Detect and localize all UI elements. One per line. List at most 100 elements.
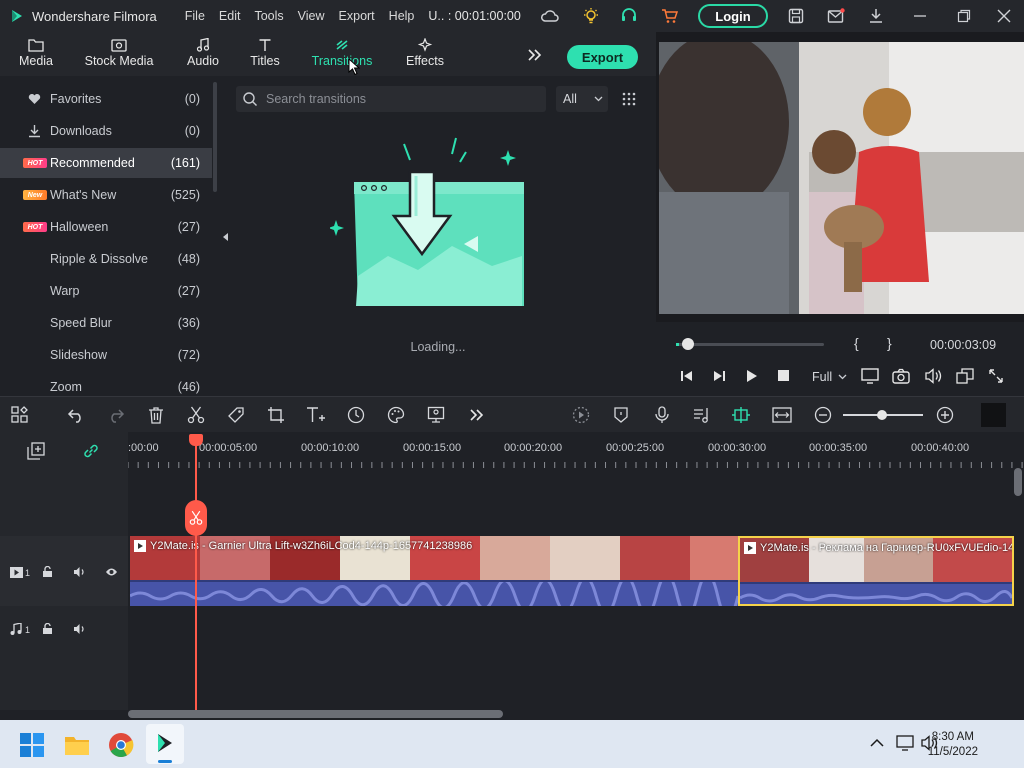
- tab-titles[interactable]: Titles: [248, 36, 282, 68]
- taskbar-filmora-active[interactable]: [146, 724, 184, 764]
- category-zoom[interactable]: Zoom (46): [0, 372, 212, 394]
- cart-icon[interactable]: [660, 6, 680, 26]
- undo-icon[interactable]: [66, 405, 86, 425]
- login-button[interactable]: Login: [698, 4, 768, 28]
- grid-view-icon[interactable]: [622, 92, 636, 106]
- category-label: Zoom: [50, 380, 82, 394]
- menu-tools[interactable]: Tools: [254, 9, 283, 23]
- panel-toggle[interactable]: [978, 403, 1006, 427]
- menu-help[interactable]: Help: [389, 9, 415, 23]
- minimize-icon[interactable]: [910, 6, 930, 26]
- play-icon[interactable]: [746, 370, 758, 382]
- color-palette-icon[interactable]: [386, 405, 406, 425]
- save-icon[interactable]: [786, 6, 806, 26]
- chrome-icon[interactable]: [108, 732, 134, 758]
- sidebar-scrollbar[interactable]: [213, 82, 217, 192]
- chevron-down-icon[interactable]: [838, 374, 847, 380]
- category-downloads[interactable]: Downloads (0): [0, 116, 212, 146]
- export-button[interactable]: Export: [567, 45, 638, 69]
- network-monitor-icon[interactable]: [896, 735, 914, 751]
- tab-stock-media[interactable]: Stock Media: [84, 36, 154, 68]
- bulb-icon[interactable]: [581, 6, 601, 26]
- fit-timeline-icon[interactable]: [772, 405, 792, 425]
- chevron-up-icon[interactable]: [870, 738, 884, 748]
- marker-shield-icon[interactable]: [611, 405, 631, 425]
- split-scissors-marker[interactable]: [185, 500, 207, 536]
- close-icon[interactable]: [994, 6, 1014, 26]
- category-halloween[interactable]: HOT Halloween (27): [0, 212, 212, 242]
- playback-scrubber[interactable]: [676, 343, 824, 346]
- mute-speaker-icon[interactable]: [73, 566, 86, 578]
- quality-dropdown[interactable]: Full: [812, 370, 832, 384]
- category-warp[interactable]: Warp (27): [0, 276, 212, 306]
- search-input[interactable]: Search transitions: [266, 92, 366, 106]
- file-explorer-icon[interactable]: [64, 734, 90, 756]
- cloud-icon[interactable]: [540, 6, 560, 26]
- eye-visibility-icon[interactable]: [105, 567, 118, 577]
- category-recommended[interactable]: HOT Recommended (161): [0, 148, 212, 178]
- step-forward-icon[interactable]: [712, 370, 726, 382]
- lock-icon[interactable]: [42, 623, 54, 635]
- microphone-icon[interactable]: [652, 405, 672, 425]
- zoom-in-icon[interactable]: [935, 405, 955, 425]
- category-slideshow[interactable]: Slideshow (72): [0, 340, 212, 370]
- tab-audio[interactable]: Audio: [184, 36, 222, 68]
- timeline-horizontal-scrollbar[interactable]: [128, 710, 503, 718]
- volume-icon[interactable]: [924, 368, 942, 384]
- redo-icon[interactable]: [106, 405, 126, 425]
- zoom-out-icon[interactable]: [813, 405, 833, 425]
- playhead-line[interactable]: [195, 436, 197, 710]
- lock-icon[interactable]: [42, 566, 54, 578]
- mail-icon[interactable]: [826, 6, 846, 26]
- render-preview-icon[interactable]: [571, 405, 591, 425]
- green-screen-icon[interactable]: [426, 405, 446, 425]
- fullscreen-icon[interactable]: [988, 368, 1004, 384]
- step-back-icon[interactable]: [680, 370, 694, 382]
- pip-layout-icon[interactable]: [956, 368, 974, 384]
- more-tools-chevron-icon[interactable]: [466, 405, 486, 425]
- restore-icon[interactable]: [954, 6, 974, 26]
- category-ripple-dissolve[interactable]: Ripple & Dissolve (48): [0, 244, 212, 274]
- mark-in-icon[interactable]: {: [854, 335, 859, 351]
- speed-clock-icon[interactable]: [346, 405, 366, 425]
- menu-file[interactable]: File: [185, 9, 205, 23]
- video-clip-selected[interactable]: Y2Mate.is - Реклама на Гарниер-RU0xFVUEd…: [738, 536, 1014, 606]
- playhead-handle[interactable]: [189, 434, 203, 446]
- snap-magnet-icon[interactable]: [731, 405, 751, 425]
- category-whats-new[interactable]: New What's New (525): [0, 180, 212, 210]
- download-icon[interactable]: [866, 6, 886, 26]
- collapse-sidebar-icon[interactable]: [220, 228, 230, 246]
- menu-edit[interactable]: Edit: [219, 9, 241, 23]
- headset-icon[interactable]: [619, 6, 639, 26]
- tab-transitions[interactable]: Transitions: [306, 36, 378, 68]
- add-text-icon[interactable]: [306, 405, 326, 425]
- tab-media[interactable]: Media: [14, 36, 58, 68]
- menu-export[interactable]: Export: [339, 9, 375, 23]
- snapshot-camera-icon[interactable]: [892, 368, 910, 384]
- stop-icon[interactable]: [778, 370, 789, 381]
- crop-icon[interactable]: [266, 405, 286, 425]
- scrubber-knob[interactable]: [682, 338, 694, 350]
- tag-marker-icon[interactable]: [226, 405, 246, 425]
- scissors-cut-icon[interactable]: [186, 405, 206, 425]
- timeline-vertical-scrollbar[interactable]: [1014, 468, 1022, 496]
- system-clock[interactable]: 8:30 AM 11/5/2022: [928, 730, 978, 760]
- video-clip[interactable]: Y2Mate.is - Garnier Ultra Lift-w3Zh6iLCo…: [130, 536, 738, 606]
- windows-start-icon[interactable]: [20, 733, 44, 757]
- tab-effects[interactable]: Effects: [403, 36, 447, 68]
- mark-out-icon[interactable]: }: [887, 335, 892, 351]
- menu-bar: File Edit Tools View Export Help: [185, 9, 429, 23]
- menu-view[interactable]: View: [298, 9, 325, 23]
- more-tabs-chevron-icon[interactable]: [526, 48, 542, 65]
- delete-trash-icon[interactable]: [146, 405, 166, 425]
- layout-grid-icon[interactable]: [10, 405, 30, 425]
- mute-speaker-icon[interactable]: [73, 623, 86, 635]
- filter-dropdown[interactable]: All: [556, 86, 608, 112]
- category-favorites[interactable]: Favorites (0): [0, 84, 212, 114]
- audio-mixer-icon[interactable]: [692, 405, 712, 425]
- search-box[interactable]: Search transitions: [236, 86, 546, 112]
- zoom-slider-knob[interactable]: [877, 410, 887, 420]
- monitor-icon[interactable]: [861, 368, 879, 384]
- video-preview[interactable]: [659, 42, 1024, 314]
- category-speed-blur[interactable]: Speed Blur (36): [0, 308, 212, 338]
